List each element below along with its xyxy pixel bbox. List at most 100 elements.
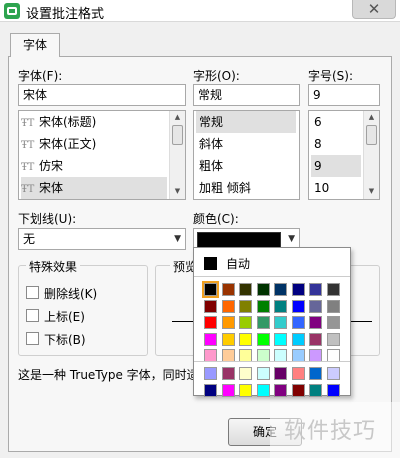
- truetype-icon: ŦT: [21, 118, 35, 129]
- truetype-icon: ŦT: [21, 140, 35, 151]
- color-swatch[interactable]: [274, 383, 287, 397]
- auto-color-label[interactable]: 自动: [226, 255, 250, 272]
- scroll-down-icon[interactable]: ▼: [170, 187, 185, 195]
- color-swatch[interactable]: [326, 383, 340, 397]
- auto-color-swatch[interactable]: [204, 257, 217, 270]
- list-item[interactable]: 粗体: [196, 155, 296, 177]
- color-swatch[interactable]: [309, 383, 322, 397]
- color-swatch[interactable]: [256, 283, 270, 296]
- color-swatch[interactable]: [239, 367, 252, 380]
- scroll-thumb[interactable]: [172, 125, 183, 145]
- color-swatch[interactable]: [256, 383, 270, 397]
- color-swatch[interactable]: [326, 299, 340, 313]
- color-swatch[interactable]: [309, 299, 322, 313]
- effects-title: 特殊效果: [26, 258, 81, 275]
- list-item[interactable]: 斜体: [196, 133, 296, 155]
- color-swatch[interactable]: [274, 283, 287, 296]
- color-swatch[interactable]: [256, 367, 270, 380]
- color-swatch[interactable]: [326, 367, 340, 380]
- color-swatch[interactable]: [291, 283, 305, 296]
- superscript-label: 上标(E): [44, 310, 85, 324]
- list-item[interactable]: 9: [311, 155, 361, 177]
- scroll-thumb[interactable]: [366, 125, 377, 145]
- color-swatch[interactable]: [309, 283, 322, 296]
- font-scrollbar[interactable]: ▲ ▼: [169, 111, 185, 199]
- color-swatch[interactable]: [326, 332, 340, 346]
- info-text: 这是一种 TrueType 字体，同时适: [18, 368, 199, 382]
- truetype-icon: ŦT: [21, 162, 35, 173]
- divider: [194, 361, 350, 362]
- style-list[interactable]: 常规 斜体 粗体 加粗 倾斜: [193, 110, 300, 200]
- color-swatch[interactable]: [202, 281, 219, 298]
- color-swatch[interactable]: [274, 299, 287, 313]
- size-scrollbar[interactable]: ▲ ▼: [363, 111, 379, 199]
- color-swatch[interactable]: [291, 332, 305, 346]
- color-swatch[interactable]: [239, 316, 252, 329]
- list-item[interactable]: 8: [311, 133, 361, 155]
- style-label: 字形(O):: [193, 69, 240, 83]
- close-button[interactable]: ✕: [352, 0, 396, 19]
- color-swatch[interactable]: [291, 367, 305, 380]
- color-swatch[interactable]: [309, 367, 322, 380]
- color-label: 颜色(C):: [193, 212, 239, 226]
- color-swatch[interactable]: [309, 332, 322, 346]
- color-swatch[interactable]: [326, 283, 340, 296]
- size-label: 字号(S):: [308, 69, 354, 83]
- list-item[interactable]: 加粗 倾斜: [196, 177, 296, 199]
- color-swatch[interactable]: [309, 316, 322, 329]
- list-item[interactable]: 10: [311, 177, 361, 199]
- color-swatch[interactable]: [221, 332, 235, 346]
- scroll-up-icon[interactable]: ▲: [170, 113, 185, 121]
- underline-select[interactable]: 无 ▼: [18, 228, 186, 250]
- color-swatch[interactable]: [221, 316, 235, 329]
- superscript-checkbox[interactable]: [26, 309, 39, 322]
- strikethrough-label: 删除线(K): [44, 287, 98, 301]
- color-swatch[interactable]: [291, 299, 305, 313]
- style-input[interactable]: 常规: [193, 84, 300, 106]
- list-item[interactable]: ŦT 宋体(正文): [21, 133, 167, 155]
- color-swatch[interactable]: [291, 316, 305, 329]
- window-title: 设置批注格式: [26, 7, 105, 22]
- color-swatch[interactable]: [204, 383, 217, 397]
- color-swatch[interactable]: [204, 316, 217, 329]
- color-swatch[interactable]: [274, 367, 287, 380]
- color-swatch[interactable]: [256, 332, 270, 346]
- color-swatch[interactable]: [274, 332, 287, 346]
- color-swatch[interactable]: [291, 383, 305, 397]
- color-swatch[interactable]: [256, 316, 270, 329]
- color-swatch[interactable]: [221, 367, 235, 380]
- color-swatch[interactable]: [221, 283, 235, 296]
- size-input[interactable]: 9: [308, 84, 380, 106]
- font-input[interactable]: 宋体: [18, 84, 186, 106]
- color-swatch[interactable]: [204, 332, 217, 346]
- color-swatch[interactable]: [221, 383, 235, 397]
- font-label: 字体(F):: [18, 69, 63, 83]
- strikethrough-checkbox[interactable]: [26, 286, 39, 299]
- color-swatch[interactable]: [239, 332, 252, 346]
- list-item[interactable]: ŦT 宋体: [21, 177, 167, 199]
- list-item[interactable]: 常规: [196, 111, 296, 133]
- color-swatch[interactable]: [239, 283, 252, 296]
- color-swatch[interactable]: [256, 299, 270, 313]
- color-swatch[interactable]: [239, 383, 252, 397]
- list-item[interactable]: 6: [311, 111, 361, 133]
- size-list[interactable]: 6 8 9 10 ▲ ▼: [308, 110, 380, 200]
- subscript-checkbox[interactable]: [26, 332, 39, 345]
- underline-value: 无: [23, 232, 36, 246]
- color-swatch[interactable]: [239, 299, 252, 313]
- font-list[interactable]: ŦT 宋体(标题) ŦT 宋体(正文) ŦT 仿宋 ŦT 宋体 ▲ ▼: [18, 110, 186, 200]
- list-item[interactable]: ŦT 仿宋: [21, 155, 167, 177]
- color-swatch[interactable]: [204, 367, 217, 380]
- tab-font[interactable]: 字体: [10, 33, 60, 57]
- color-swatch[interactable]: [204, 299, 217, 313]
- color-swatch[interactable]: [274, 316, 287, 329]
- scroll-up-icon[interactable]: ▲: [364, 113, 379, 121]
- current-color-swatch: [197, 232, 281, 248]
- app-icon: [4, 3, 20, 19]
- list-item[interactable]: ŦT 宋体(标题): [21, 111, 167, 133]
- color-swatch[interactable]: [326, 316, 340, 329]
- color-palette-popup: 自动: [193, 247, 351, 397]
- scroll-down-icon[interactable]: ▼: [364, 187, 379, 195]
- color-swatch[interactable]: [221, 299, 235, 313]
- subscript-label: 下标(B): [44, 333, 86, 347]
